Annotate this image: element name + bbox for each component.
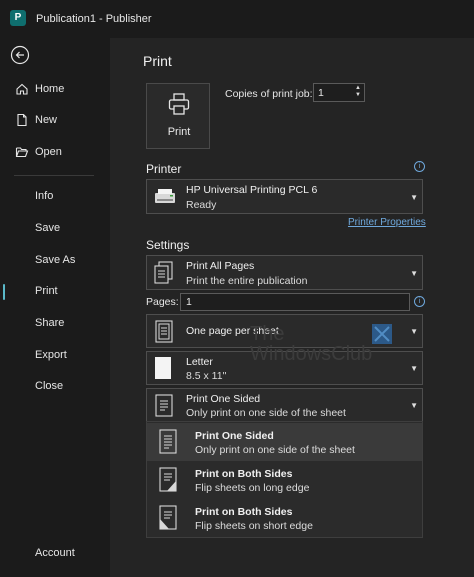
sidebar-item-account[interactable]: Account — [0, 541, 110, 567]
back-button[interactable] — [10, 45, 30, 65]
print-range-dropdown[interactable]: Print All Pages Print the entire publica… — [146, 255, 423, 290]
sidebar-item-save[interactable]: Save — [0, 216, 110, 242]
chevron-down-icon[interactable]: ▼ — [355, 92, 361, 99]
sides-option-title: Print One Sided — [195, 430, 274, 442]
copies-label: Copies of print job: — [225, 88, 313, 100]
sidebar-item-label: Info — [35, 190, 54, 202]
sides-dropdown[interactable]: Print One Sided Only print on one side o… — [146, 388, 423, 422]
sidebar-item-label: Save — [35, 222, 61, 234]
sides-option-long-edge[interactable]: Print on Both Sides Flip sheets on long … — [147, 461, 422, 499]
title-bar: P Publication1 - Publisher — [0, 0, 474, 38]
copies-stepper[interactable]: 1 ▲ ▼ — [313, 83, 365, 102]
printer-properties-link[interactable]: Printer Properties — [348, 217, 426, 228]
print-button[interactable]: Print — [146, 83, 210, 149]
sidebar-item-print[interactable]: Print — [0, 279, 110, 305]
info-icon[interactable]: i — [414, 296, 425, 307]
stepper-arrows[interactable]: ▲ ▼ — [355, 85, 361, 99]
watermark-logo-icon — [372, 324, 392, 344]
copies-value: 1 — [318, 87, 324, 99]
printer-dropdown[interactable]: HP Universal Printing PCL 6 Ready ▼ — [146, 179, 423, 214]
sidebar-item-label: Open — [35, 146, 62, 158]
chevron-down-icon: ▼ — [410, 269, 418, 278]
one-sided-icon — [155, 394, 173, 417]
sides-option-subtitle: Flip sheets on long edge — [195, 482, 310, 494]
duplex-long-edge-icon — [159, 467, 177, 492]
sidebar-item-export[interactable]: Export — [0, 343, 110, 369]
chevron-down-icon: ▼ — [410, 193, 418, 202]
back-arrow-icon — [10, 45, 30, 65]
publisher-logo-icon: P — [10, 10, 26, 26]
chevron-down-icon: ▼ — [410, 401, 418, 410]
paper-sheet-icon — [155, 357, 171, 379]
sides-option-subtitle: Only print on one side of the sheet — [195, 444, 355, 456]
sidebar-item-label: Close — [35, 380, 64, 392]
paper-size-subtitle: 8.5 x 11" — [186, 370, 227, 382]
watermark-line-1: The — [250, 323, 285, 345]
paper-size-title: Letter — [186, 356, 213, 368]
sidebar-divider — [14, 175, 94, 176]
window-title: Publication1 - Publisher — [36, 13, 152, 25]
settings-heading: Settings — [146, 238, 190, 252]
sidebar-item-label: Print — [35, 285, 58, 297]
sides-option-title: Print on Both Sides — [195, 468, 293, 480]
print-button-label: Print — [167, 126, 191, 138]
sides-option-short-edge[interactable]: Print on Both Sides Flip sheets on short… — [147, 499, 422, 537]
printer-icon — [168, 93, 190, 115]
sidebar-item-share[interactable]: Share — [0, 311, 110, 337]
sidebar-item-save-as[interactable]: Save As — [0, 248, 110, 274]
sidebar-item-home[interactable]: Home — [0, 77, 110, 103]
print-pane: Print Print Copies of print job: 1 ▲ ▼ P… — [110, 38, 474, 577]
printer-status: Ready — [186, 199, 217, 211]
pages-input[interactable]: 1 — [180, 293, 410, 311]
sidebar-item-label: Save As — [35, 254, 76, 266]
sidebar-item-new[interactable]: New — [0, 108, 110, 134]
pages-label: Pages: — [146, 296, 179, 308]
sides-option-subtitle: Flip sheets on short edge — [195, 520, 313, 532]
sidebar-item-label: Share — [35, 317, 65, 329]
sidebar-item-label: Home — [35, 83, 65, 95]
chevron-down-icon: ▼ — [410, 364, 418, 373]
print-range-title: Print All Pages — [186, 260, 255, 272]
pages-value: 1 — [186, 296, 192, 308]
pages-icon — [154, 261, 173, 284]
sides-subtitle: Only print on one side of the sheet — [186, 407, 346, 419]
sidebar-item-label: New — [35, 114, 58, 126]
printer-heading: Printer — [146, 162, 182, 176]
printer-device-icon — [155, 189, 175, 203]
new-document-icon — [17, 113, 27, 127]
backstage-sidebar: Home New Open Info Save Save As Print Sh… — [0, 38, 110, 577]
one-sided-icon — [159, 429, 177, 454]
print-range-subtitle: Print the entire publication — [186, 275, 308, 287]
page-layout-icon — [155, 320, 173, 343]
home-icon — [16, 83, 28, 95]
sidebar-item-info[interactable]: Info — [0, 184, 110, 210]
sidebar-item-open[interactable]: Open — [0, 140, 110, 166]
sides-title: Print One Sided — [186, 393, 261, 405]
duplex-short-edge-icon — [159, 505, 177, 530]
sides-option-title: Print on Both Sides — [195, 506, 293, 518]
sidebar-item-close[interactable]: Close — [0, 374, 110, 400]
page-title: Print — [143, 53, 172, 69]
folder-open-icon — [15, 147, 29, 158]
chevron-up-icon[interactable]: ▲ — [355, 85, 361, 92]
sides-menu: Print One Sided Only print on one side o… — [146, 421, 423, 538]
watermark-text: The WindowsClub — [250, 324, 372, 364]
printer-name: HP Universal Printing PCL 6 — [186, 184, 318, 196]
chevron-down-icon: ▼ — [410, 327, 418, 336]
watermark-line-2: WindowsClub — [250, 343, 373, 365]
sides-option-one-sided[interactable]: Print One Sided Only print on one side o… — [147, 423, 422, 461]
sidebar-item-label: Export — [35, 349, 67, 361]
info-icon[interactable]: i — [414, 161, 425, 172]
sidebar-item-label: Account — [35, 547, 75, 559]
